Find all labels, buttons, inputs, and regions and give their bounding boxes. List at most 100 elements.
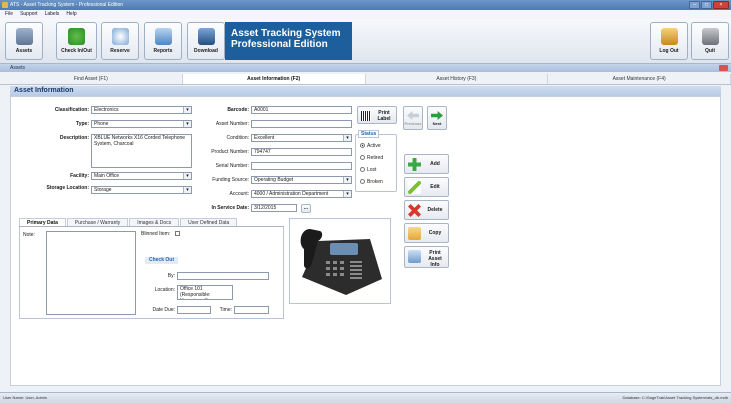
reports-button[interactable]: Reports xyxy=(144,22,182,60)
condition-select[interactable]: Excellent xyxy=(251,134,352,142)
left-arrow-icon xyxy=(407,111,419,120)
status-broken-radio[interactable]: Broken xyxy=(360,179,383,185)
print-asset-info-button[interactable]: Print Asset Info xyxy=(404,246,449,268)
account-select[interactable]: 4000 / Administration Department xyxy=(251,190,352,198)
plus-icon xyxy=(408,158,421,171)
quit-button[interactable]: Quit xyxy=(691,22,729,60)
in-service-date-input[interactable]: 3/12/2015 xyxy=(251,204,297,212)
funding-source-select[interactable]: Operating Budget xyxy=(251,176,352,184)
asset-photo xyxy=(289,218,391,304)
menu-support[interactable]: Support xyxy=(20,10,38,19)
subtab-purchase-warranty[interactable]: Purchase / Warranty xyxy=(66,218,129,226)
window-controls: – □ × xyxy=(689,1,729,9)
date-due-input[interactable] xyxy=(177,306,211,314)
status-bar: User Name: User, Admin Database: C:\Sage… xyxy=(0,392,731,402)
reserve-button[interactable]: Reserve xyxy=(101,22,139,60)
check-in-out-icon xyxy=(68,28,85,45)
asset-number-input[interactable] xyxy=(251,120,352,128)
note-textarea[interactable] xyxy=(46,231,136,315)
product-number-input[interactable]: 794747 xyxy=(251,148,352,156)
log-out-label: Log Out xyxy=(659,48,679,54)
barcode-icon xyxy=(361,111,371,121)
radio-icon xyxy=(360,155,365,161)
close-panel-icon[interactable] xyxy=(719,65,728,71)
edit-button[interactable]: Edit xyxy=(404,177,449,197)
print-label-text: Print Label xyxy=(377,110,391,122)
storage-location-select[interactable]: Storage xyxy=(91,186,192,194)
status-title: Status xyxy=(358,130,380,138)
subtab-user-defined-data[interactable]: User Defined Data xyxy=(180,218,238,226)
status-retired-label: Retired xyxy=(367,155,384,161)
download-icon xyxy=(197,28,215,45)
serial-number-label: Serial Number: xyxy=(215,163,249,169)
log-out-button[interactable]: Log Out xyxy=(650,22,688,60)
blinned-item-checkbox[interactable] xyxy=(175,231,180,236)
copy-icon xyxy=(408,227,421,240)
tab-find-asset[interactable]: Find Asset (F1) xyxy=(0,74,183,84)
status-active-label: Active xyxy=(367,143,381,149)
account-label: Account: xyxy=(229,191,249,197)
maximize-button[interactable]: □ xyxy=(701,1,712,9)
detail-subtabs: Primary Data Purchase / Warranty Images … xyxy=(19,218,284,227)
quit-label: Quit xyxy=(705,48,715,54)
status-group: Status Active Retired Lost Broken xyxy=(355,130,397,192)
window-title: ATS - Asset Tracking System - Profession… xyxy=(10,2,124,8)
delete-button[interactable]: Delete xyxy=(404,200,449,220)
classification-label: Classification: xyxy=(54,107,89,113)
date-picker-button[interactable]: ... xyxy=(301,204,311,213)
minimize-button[interactable]: – xyxy=(689,1,700,9)
status-active-radio[interactable]: Active xyxy=(360,143,381,149)
download-button[interactable]: Download xyxy=(187,22,225,60)
assets-icon xyxy=(15,28,33,45)
status-retired-radio[interactable]: Retired xyxy=(360,155,383,161)
time-label: Time: xyxy=(219,307,232,313)
type-select[interactable]: Phone xyxy=(91,120,192,128)
section-title: Asset Information xyxy=(10,86,721,96)
facility-select[interactable]: Main Office xyxy=(91,172,192,180)
menu-help[interactable]: Help xyxy=(66,10,76,19)
status-broken-label: Broken xyxy=(367,179,383,185)
location-label: Location: xyxy=(154,287,175,293)
assets-panel-title: Assets xyxy=(10,65,26,71)
subtab-primary-data[interactable]: Primary Data xyxy=(19,218,66,226)
description-textarea[interactable]: XBLUE Networks X16 Corded Telephone Syst… xyxy=(91,134,192,168)
status-lost-radio[interactable]: Lost xyxy=(360,167,376,173)
app-icon xyxy=(2,2,8,8)
previous-label: Previous xyxy=(404,121,422,126)
previous-button[interactable]: Previous xyxy=(403,106,423,130)
menu-labels[interactable]: Labels xyxy=(45,10,60,19)
checkout-by-input[interactable] xyxy=(177,272,269,280)
print-asset-info-label: Print Asset Info xyxy=(428,250,442,268)
subtab-images-docs[interactable]: Images & Docs xyxy=(129,218,180,226)
serial-number-input[interactable] xyxy=(251,162,352,170)
add-button[interactable]: Add xyxy=(404,154,449,174)
note-label: Note: xyxy=(23,232,35,238)
tab-asset-maintenance[interactable]: Asset Maintenance (F4) xyxy=(548,74,731,84)
check-in-out-button[interactable]: Check In/Out xyxy=(56,22,97,60)
close-window-button[interactable]: × xyxy=(713,1,729,9)
print-label-button[interactable]: Print Label xyxy=(357,106,397,124)
main-tabs: Find Asset (F1) Asset Information (F2) A… xyxy=(0,74,731,85)
product-number-label: Product Number: xyxy=(211,149,249,155)
assets-button[interactable]: Assets xyxy=(5,22,43,60)
main-toolbar: Assets Check In/Out Reserve Reports Down… xyxy=(0,19,731,64)
product-banner: Asset Tracking System Professional Editi… xyxy=(225,22,352,60)
tab-asset-information[interactable]: Asset Information (F2) xyxy=(182,74,366,84)
menu-file[interactable]: File xyxy=(5,10,13,19)
reports-label: Reports xyxy=(153,48,173,54)
menu-bar: File Support Labels Help xyxy=(0,10,731,19)
edit-label: Edit xyxy=(430,184,440,190)
banner-title: Asset Tracking System xyxy=(231,28,341,39)
copy-button[interactable]: Copy xyxy=(404,223,449,243)
blinned-item-label: Blinned Item: xyxy=(141,231,171,237)
pencil-icon xyxy=(408,181,421,194)
barcode-input[interactable]: A0001 xyxy=(251,106,352,114)
facility-label: Facility: xyxy=(70,173,89,179)
app-window: ATS - Asset Tracking System - Profession… xyxy=(0,0,731,402)
tab-asset-history[interactable]: Asset History (F3) xyxy=(366,74,549,84)
asset-information-panel: Classification: Electronics Type: Phone … xyxy=(10,96,721,386)
next-button[interactable]: Next xyxy=(427,106,447,130)
classification-select[interactable]: Electronics xyxy=(91,106,192,114)
condition-label: Condition: xyxy=(226,135,249,141)
time-input[interactable] xyxy=(234,306,269,314)
